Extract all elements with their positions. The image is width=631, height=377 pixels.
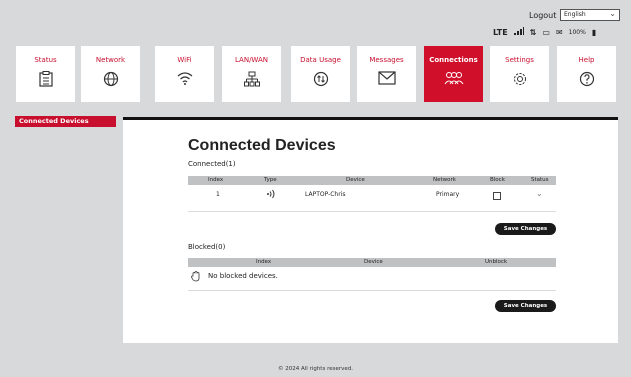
sidebar-item-connected-devices[interactable]: Connected Devices bbox=[15, 116, 116, 127]
divider bbox=[188, 211, 556, 212]
message-icon: ✉ bbox=[555, 27, 563, 37]
language-value: English bbox=[564, 11, 586, 18]
col-index: Index bbox=[208, 177, 224, 183]
col-device: Device bbox=[346, 177, 365, 183]
signal-icon bbox=[513, 27, 524, 37]
nav-messages[interactable]: Messages bbox=[357, 46, 416, 102]
nav-label: LAN/WAN bbox=[234, 56, 268, 64]
chevron-down-icon[interactable]: ⌄ bbox=[536, 189, 543, 198]
data-usage-icon bbox=[291, 71, 350, 90]
nav-label: Connections bbox=[429, 56, 478, 64]
network-type: LTE bbox=[493, 27, 508, 37]
logout-link[interactable]: Logout bbox=[529, 11, 556, 20]
save-changes-button[interactable]: Save Changes bbox=[495, 223, 556, 235]
top-bar: Logout English ⌄ LTE ⇅ ▭ ✉ 100% ▮ bbox=[0, 0, 631, 40]
col-block: Block bbox=[490, 177, 505, 183]
chevron-down-icon: ⌄ bbox=[609, 9, 616, 18]
nav-label: Settings bbox=[505, 56, 534, 64]
page-title: Connected Devices bbox=[188, 137, 336, 154]
battery-level: 100% bbox=[568, 28, 586, 36]
sidebar-item-label: Connected Devices bbox=[19, 117, 89, 125]
network-tree-icon bbox=[222, 71, 281, 90]
help-icon bbox=[557, 71, 616, 90]
wifi-icon bbox=[155, 71, 214, 88]
list-item: No blocked devices. bbox=[188, 271, 556, 283]
nav-status[interactable]: Status bbox=[16, 46, 75, 102]
nav-wifi[interactable]: WiFi bbox=[155, 46, 214, 102]
col-index: Index bbox=[256, 259, 272, 265]
clipboard-icon bbox=[16, 71, 75, 90]
connected-table-header: Index Type Device Network Block Status bbox=[188, 176, 556, 185]
envelope-icon bbox=[357, 71, 416, 88]
col-status: Status bbox=[531, 177, 549, 183]
blocked-table-header: Index Device Unblock bbox=[188, 258, 556, 267]
row-device: LAPTOP-Chris bbox=[305, 191, 346, 198]
nav-settings[interactable]: Settings bbox=[490, 46, 549, 102]
nav-label: Network bbox=[95, 56, 126, 64]
nav-lan-wan[interactable]: LAN/WAN bbox=[222, 46, 281, 102]
battery-icon: ▮ bbox=[591, 27, 597, 37]
language-select[interactable]: English ⌄ bbox=[560, 9, 620, 21]
device-icon: ▭ bbox=[542, 27, 550, 37]
nav-label: Help bbox=[578, 56, 595, 64]
hand-stop-icon bbox=[191, 271, 201, 284]
nav-network[interactable]: Network bbox=[81, 46, 140, 102]
nav-label: Data Usage bbox=[300, 56, 341, 64]
status-indicators: LTE ⇅ ▭ ✉ 100% ▮ bbox=[493, 27, 596, 37]
block-checkbox[interactable] bbox=[493, 192, 501, 200]
save-changes-button[interactable]: Save Changes bbox=[495, 300, 556, 312]
col-type: Type bbox=[264, 177, 277, 183]
main-panel: Connected Devices Connected(1) Index Typ… bbox=[123, 117, 618, 343]
table-row: 1 LAPTOP-Chris Primary ⌄ bbox=[188, 189, 556, 201]
data-transfer-icon: ⇅ bbox=[529, 27, 537, 37]
footer-copyright: © 2024 All rights reserved. bbox=[277, 366, 353, 372]
row-network: Primary bbox=[436, 191, 460, 198]
col-device: Device bbox=[364, 259, 383, 265]
wifi-icon bbox=[266, 189, 278, 201]
connected-heading: Connected(1) bbox=[188, 160, 236, 168]
col-network: Network bbox=[433, 177, 456, 183]
nav-connections[interactable]: Connections bbox=[424, 46, 483, 102]
row-index: 1 bbox=[216, 191, 220, 198]
nav-data-usage[interactable]: Data Usage bbox=[291, 46, 350, 102]
blocked-heading: Blocked(0) bbox=[188, 243, 226, 251]
nav-label: WiFi bbox=[177, 56, 192, 64]
users-icon bbox=[424, 71, 483, 88]
divider bbox=[188, 290, 556, 291]
nav-label: Status bbox=[34, 56, 57, 64]
empty-state-text: No blocked devices. bbox=[208, 272, 278, 280]
gear-icon bbox=[490, 71, 549, 90]
nav-label: Messages bbox=[369, 56, 404, 64]
globe-icon bbox=[81, 71, 140, 90]
nav-help[interactable]: Help bbox=[557, 46, 616, 102]
col-unblock: Unblock bbox=[485, 259, 508, 265]
